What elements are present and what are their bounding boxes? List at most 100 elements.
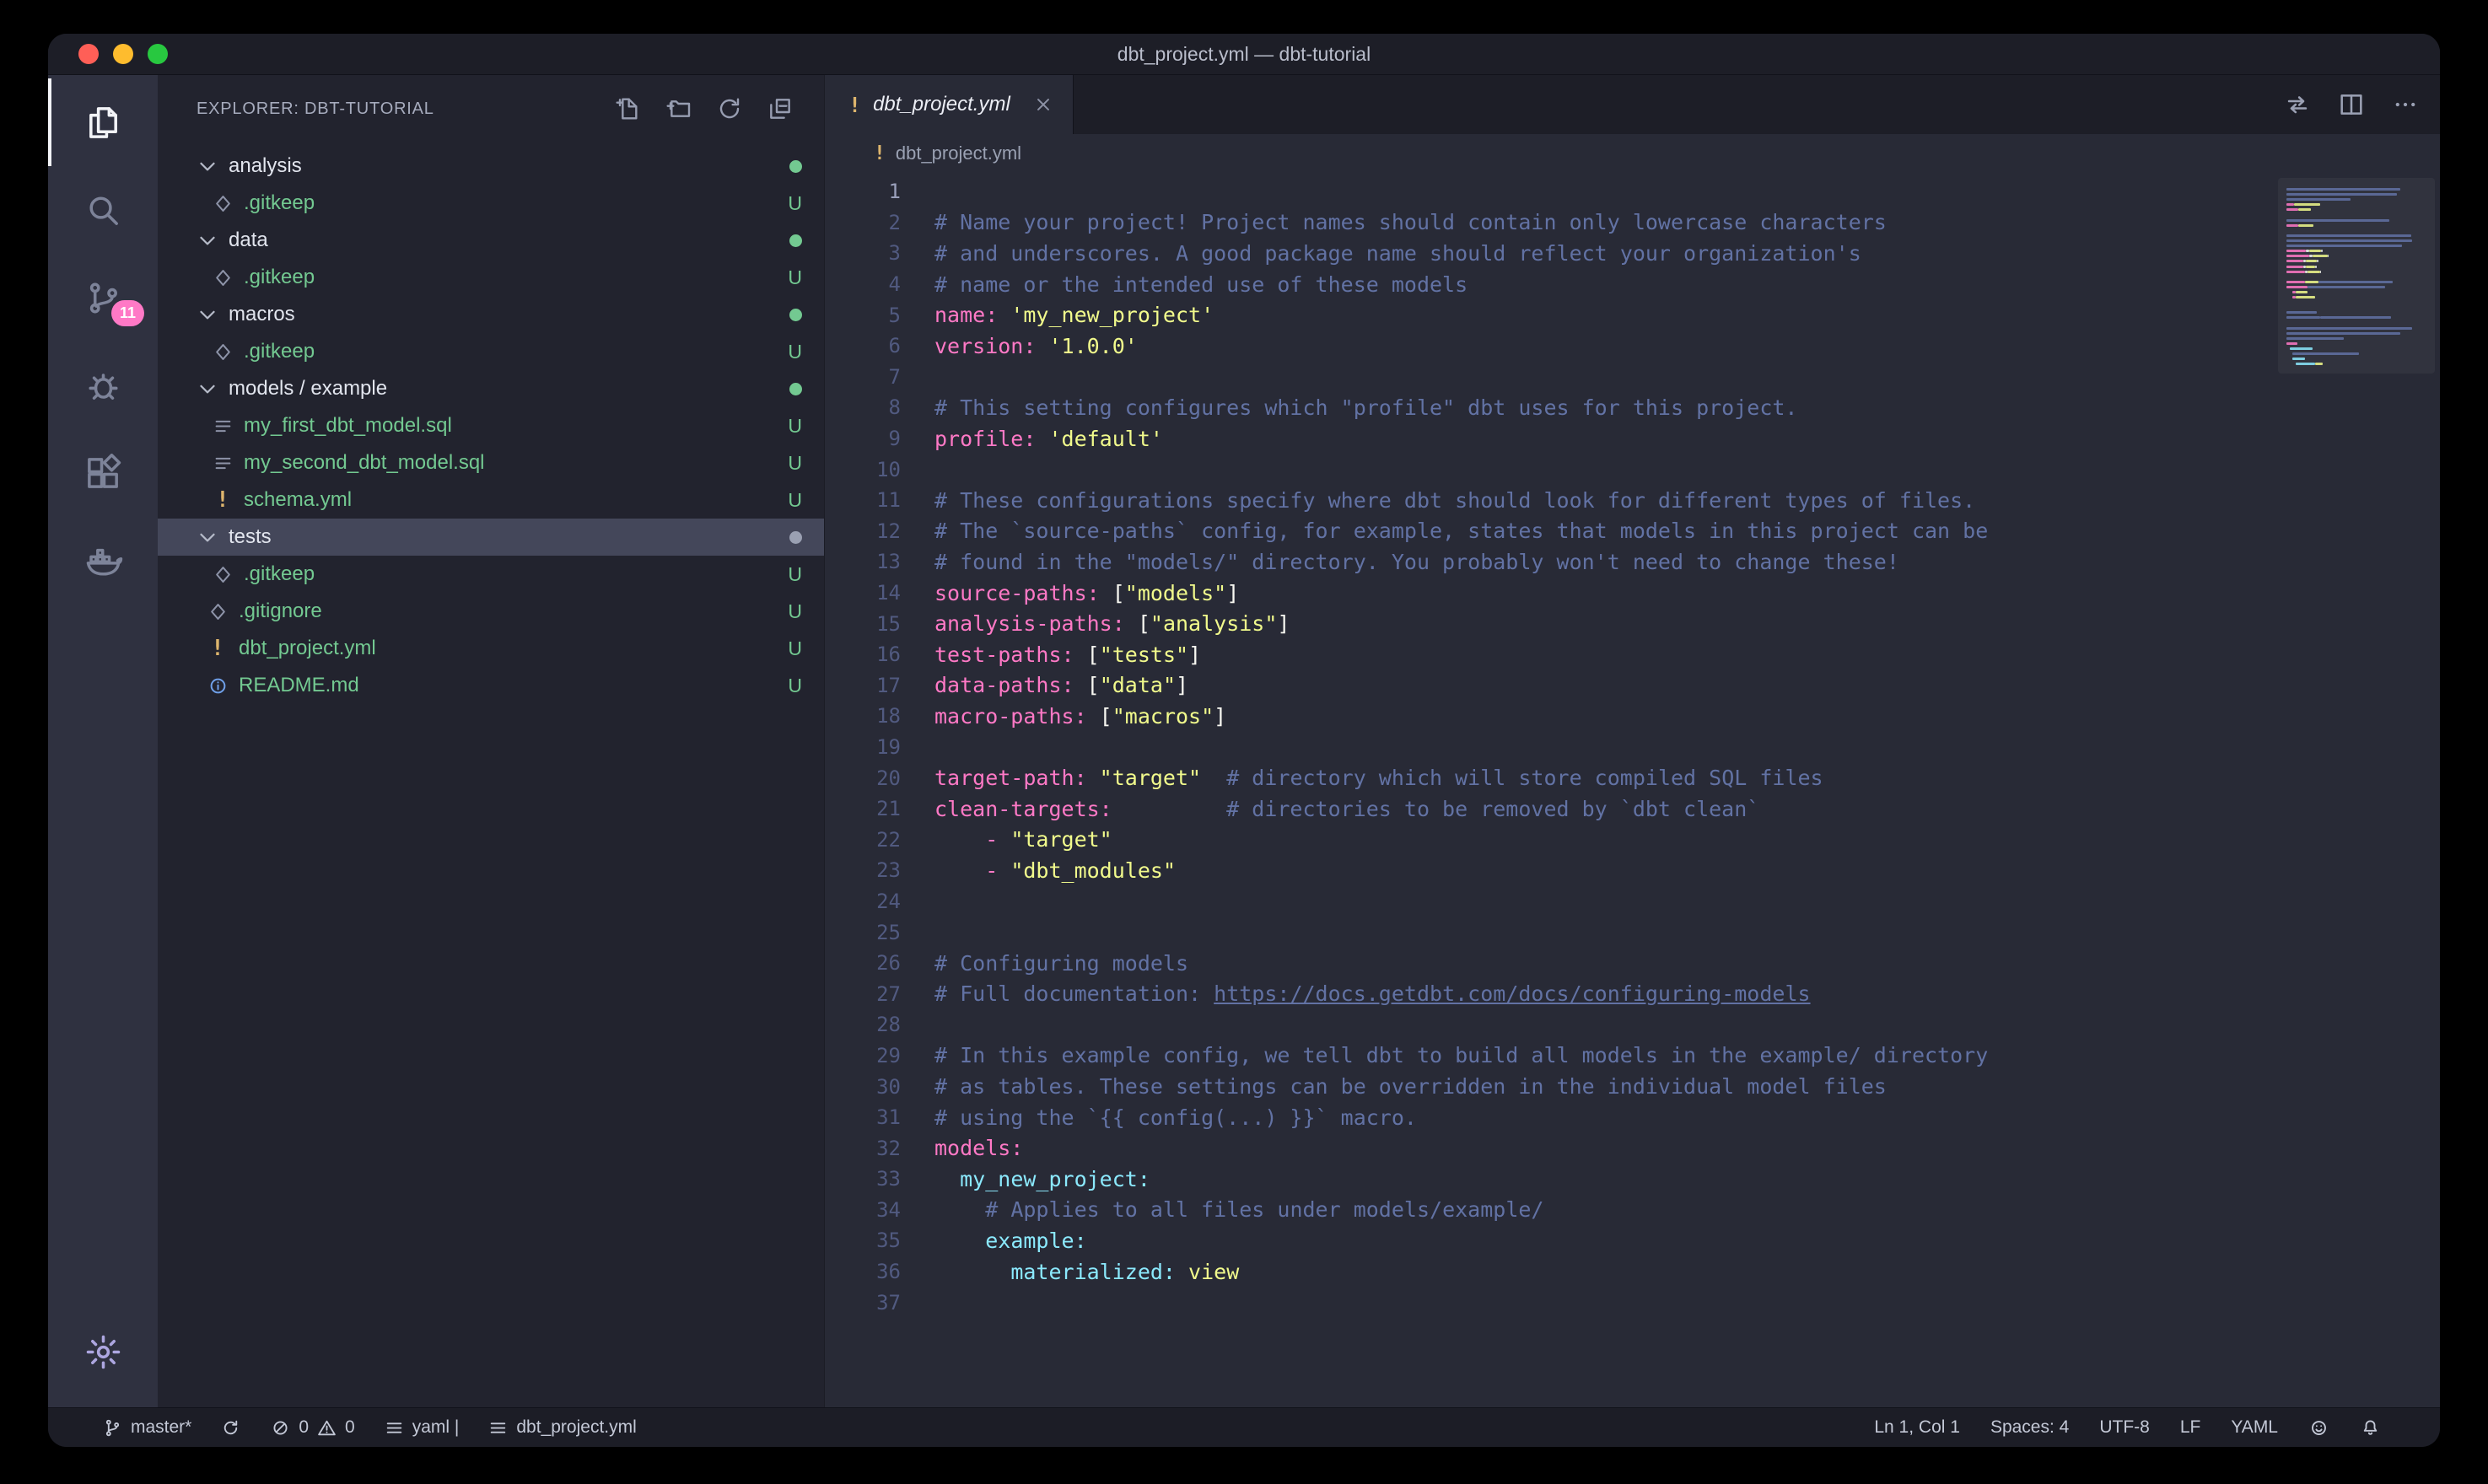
collapse-all-button[interactable] <box>767 95 794 122</box>
code-line-25[interactable]: 25 <box>825 917 2271 948</box>
activity-settings[interactable] <box>48 1308 158 1395</box>
code-line-8[interactable]: 8# This setting configures which "profil… <box>825 392 2271 423</box>
code-line-22[interactable]: 22 - "target" <box>825 824 2271 855</box>
code-line-7[interactable]: 7 <box>825 362 2271 393</box>
status-eol[interactable]: LF <box>2180 1417 2201 1438</box>
code-line-13[interactable]: 13# found in the "models/" directory. Yo… <box>825 546 2271 578</box>
titlebar[interactable]: dbt_project.yml — dbt-tutorial <box>48 34 2440 75</box>
minimap[interactable] <box>2286 183 2415 373</box>
zoom-window-button[interactable] <box>148 44 168 64</box>
code-line-29[interactable]: 29# In this example config, we tell dbt … <box>825 1040 2271 1072</box>
code-line-20[interactable]: 20target-path: "target" # directory whic… <box>825 762 2271 793</box>
code-line-32[interactable]: 32models: <box>825 1132 2271 1164</box>
line-number: 36 <box>825 1260 901 1283</box>
code-line-16[interactable]: 16test-paths: ["tests"] <box>825 639 2271 670</box>
code-line-12[interactable]: 12# The `source-paths` config, for examp… <box>825 516 2271 547</box>
status-feedback[interactable] <box>2308 1417 2329 1438</box>
code-line-14[interactable]: 14source-paths: ["models"] <box>825 578 2271 609</box>
tree-file-gitkeep[interactable]: .gitkeepU <box>158 259 824 296</box>
code-line-2[interactable]: 2# Name your project! Project names shou… <box>825 207 2271 239</box>
activity-extensions[interactable] <box>48 429 158 517</box>
code-line-5[interactable]: 5name: 'my_new_project' <box>825 299 2271 331</box>
line-number: 12 <box>825 519 901 543</box>
tree-file-gitkeep[interactable]: .gitkeepU <box>158 333 824 370</box>
status-indentation[interactable]: Spaces: 4 <box>1990 1417 2069 1438</box>
status-label: master* <box>131 1417 191 1438</box>
code-line-3[interactable]: 3# and underscores. A good package name … <box>825 238 2271 269</box>
status-sync[interactable] <box>220 1417 241 1438</box>
code-line-9[interactable]: 9profile: 'default' <box>825 423 2271 454</box>
code-line-33[interactable]: 33 my_new_project: <box>825 1164 2271 1195</box>
status-branch[interactable]: master* <box>102 1417 191 1438</box>
activity-docker[interactable] <box>48 517 158 605</box>
tree-folder-tests[interactable]: tests <box>158 519 824 556</box>
code-line-34[interactable]: 34 # Applies to all files under models/e… <box>825 1195 2271 1226</box>
close-window-button[interactable] <box>78 44 99 64</box>
activity-source-control[interactable]: 11 <box>48 254 158 341</box>
code-line-23[interactable]: 23 - "dbt_modules" <box>825 855 2271 886</box>
code-line-18[interactable]: 18macro-paths: ["macros"] <box>825 701 2271 732</box>
tree-folder-models-example[interactable]: models / example <box>158 370 824 407</box>
green-dot <box>789 309 802 321</box>
code-line-36[interactable]: 36 materialized: view <box>825 1256 2271 1288</box>
more-actions-button[interactable] <box>2391 90 2420 119</box>
code-editor[interactable]: 12# Name your project! Project names sho… <box>825 173 2440 1407</box>
status-cursor-position[interactable]: Ln 1, Col 1 <box>1874 1417 1960 1438</box>
activity-explorer[interactable] <box>48 78 158 166</box>
code-line-4[interactable]: 4# name or the intended use of these mod… <box>825 269 2271 300</box>
code-line-31[interactable]: 31# using the `{{ config(...) }}` macro. <box>825 1102 2271 1133</box>
code-line-27[interactable]: 27# Full documentation: https://docs.get… <box>825 978 2271 1009</box>
activity-search[interactable] <box>48 166 158 254</box>
tree-file-my-first-dbt-model-sql[interactable]: my_first_dbt_model.sqlU <box>158 407 824 444</box>
tree-file-schema-yml[interactable]: !schema.ymlU <box>158 481 824 519</box>
tree-file-gitignore[interactable]: .gitignoreU <box>158 593 824 630</box>
new-file-button[interactable] <box>615 95 642 122</box>
code-line-28[interactable]: 28 <box>825 1009 2271 1040</box>
line-number: 9 <box>825 427 901 450</box>
code-line-6[interactable]: 6version: '1.0.0' <box>825 331 2271 362</box>
code-line-21[interactable]: 21clean-targets: # directories to be rem… <box>825 793 2271 825</box>
main-area: 11 EXPLORER: DBT-TUTORIAL analysis.gitke… <box>48 75 2440 1407</box>
code-line-15[interactable]: 15analysis-paths: ["analysis"] <box>825 608 2271 639</box>
line-content: materialized: view <box>901 1260 1239 1284</box>
minimize-window-button[interactable] <box>113 44 133 64</box>
status-encoding[interactable]: UTF-8 <box>2099 1417 2150 1438</box>
chevron-down-icon <box>195 302 220 327</box>
code-line-11[interactable]: 11# These configurations specify where d… <box>825 485 2271 516</box>
activity-run-debug[interactable] <box>48 341 158 429</box>
sql-icon <box>212 452 234 475</box>
code-line-10[interactable]: 10 <box>825 454 2271 485</box>
code-line-17[interactable]: 17data-paths: ["data"] <box>825 670 2271 702</box>
code-line-26[interactable]: 26# Configuring models <box>825 948 2271 979</box>
status-active-file[interactable]: dbt_project.yml <box>487 1417 636 1438</box>
open-changes-button[interactable] <box>2283 90 2312 119</box>
status-yaml-status[interactable]: yaml | <box>384 1417 460 1438</box>
line-content: data-paths: ["data"] <box>901 673 1188 697</box>
code-line-37[interactable]: 37 <box>825 1287 2271 1318</box>
tree-file-gitkeep[interactable]: .gitkeepU <box>158 556 824 593</box>
line-content: version: '1.0.0' <box>901 334 1138 358</box>
line-number: 34 <box>825 1198 901 1222</box>
tree-file-dbt-project-yml[interactable]: !dbt_project.ymlU <box>158 630 824 667</box>
code-line-19[interactable]: 19 <box>825 732 2271 763</box>
status-problems[interactable]: 00 <box>270 1417 354 1438</box>
breadcrumb[interactable]: ! dbt_project.yml <box>825 134 2440 173</box>
item-label: .gitkeep <box>244 562 315 586</box>
code-line-24[interactable]: 24 <box>825 886 2271 917</box>
new-folder-button[interactable] <box>665 95 692 122</box>
code-line-30[interactable]: 30# as tables. These settings can be ove… <box>825 1071 2271 1102</box>
code-line-1[interactable]: 1 <box>825 176 2271 207</box>
tree-file-readme-md[interactable]: README.mdU <box>158 667 824 704</box>
close-tab-button[interactable] <box>1032 94 1054 116</box>
split-editor-button[interactable] <box>2337 90 2366 119</box>
tree-file-my-second-dbt-model-sql[interactable]: my_second_dbt_model.sqlU <box>158 444 824 481</box>
tab-dbt-project-yml[interactable]: !dbt_project.yml <box>825 75 1074 134</box>
tree-file-gitkeep[interactable]: .gitkeepU <box>158 185 824 222</box>
tree-folder-macros[interactable]: macros <box>158 296 824 333</box>
tree-folder-data[interactable]: data <box>158 222 824 259</box>
code-line-35[interactable]: 35 example: <box>825 1225 2271 1256</box>
status-language-mode[interactable]: YAML <box>2231 1417 2278 1438</box>
refresh-button[interactable] <box>716 95 743 122</box>
status-notifications[interactable] <box>2360 1417 2381 1438</box>
tree-folder-analysis[interactable]: analysis <box>158 148 824 185</box>
